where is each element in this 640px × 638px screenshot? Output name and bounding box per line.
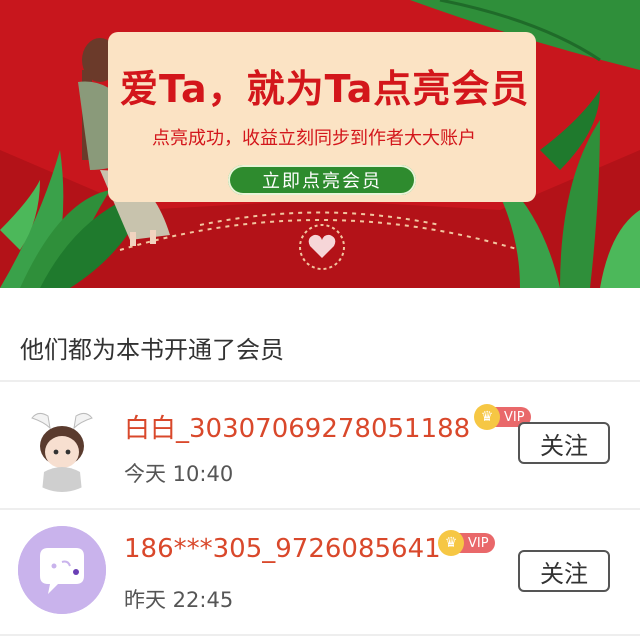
member-name[interactable]: 186***305_9726085641 [124, 534, 441, 564]
member-name[interactable]: 白白_30307069278051188 [124, 408, 470, 445]
promo-banner[interactable]: 爱Ta，就为Ta点亮会员 点亮成功，收益立刻同步到作者大大账户 立即点亮会员 [0, 0, 640, 288]
section-title: 他们都为本书开通了会员 [20, 336, 284, 364]
banner-subline: 点亮成功，收益立刻同步到作者大大账户 [152, 128, 476, 149]
avatar[interactable] [18, 404, 106, 492]
member-time: 今天 10:40 [124, 462, 234, 486]
list-item[interactable]: 186***305_9726085641 ♛ VIP 昨天 22:45 关注 [0, 510, 640, 636]
list-item[interactable]: 白白_30307069278051188 ♛ VIP 今天 10:40 关注 [0, 382, 640, 508]
follow-button[interactable]: 关注 [518, 550, 610, 592]
crown-icon: ♛ [474, 404, 500, 430]
follow-button[interactable]: 关注 [518, 422, 610, 464]
chat-bubble-icon [18, 526, 106, 614]
banner-headline: 爱Ta，就为Ta点亮会员 [120, 67, 530, 111]
vip-badge: ♛ VIP [438, 530, 495, 556]
avatar[interactable] [18, 526, 106, 614]
crown-icon: ♛ [438, 530, 464, 556]
avatar-illustration [18, 404, 106, 492]
divider [0, 634, 640, 636]
light-up-membership-button[interactable]: 立即点亮会员 [228, 165, 416, 195]
member-time: 昨天 22:45 [124, 588, 234, 612]
heart-seal-icon [299, 224, 345, 270]
